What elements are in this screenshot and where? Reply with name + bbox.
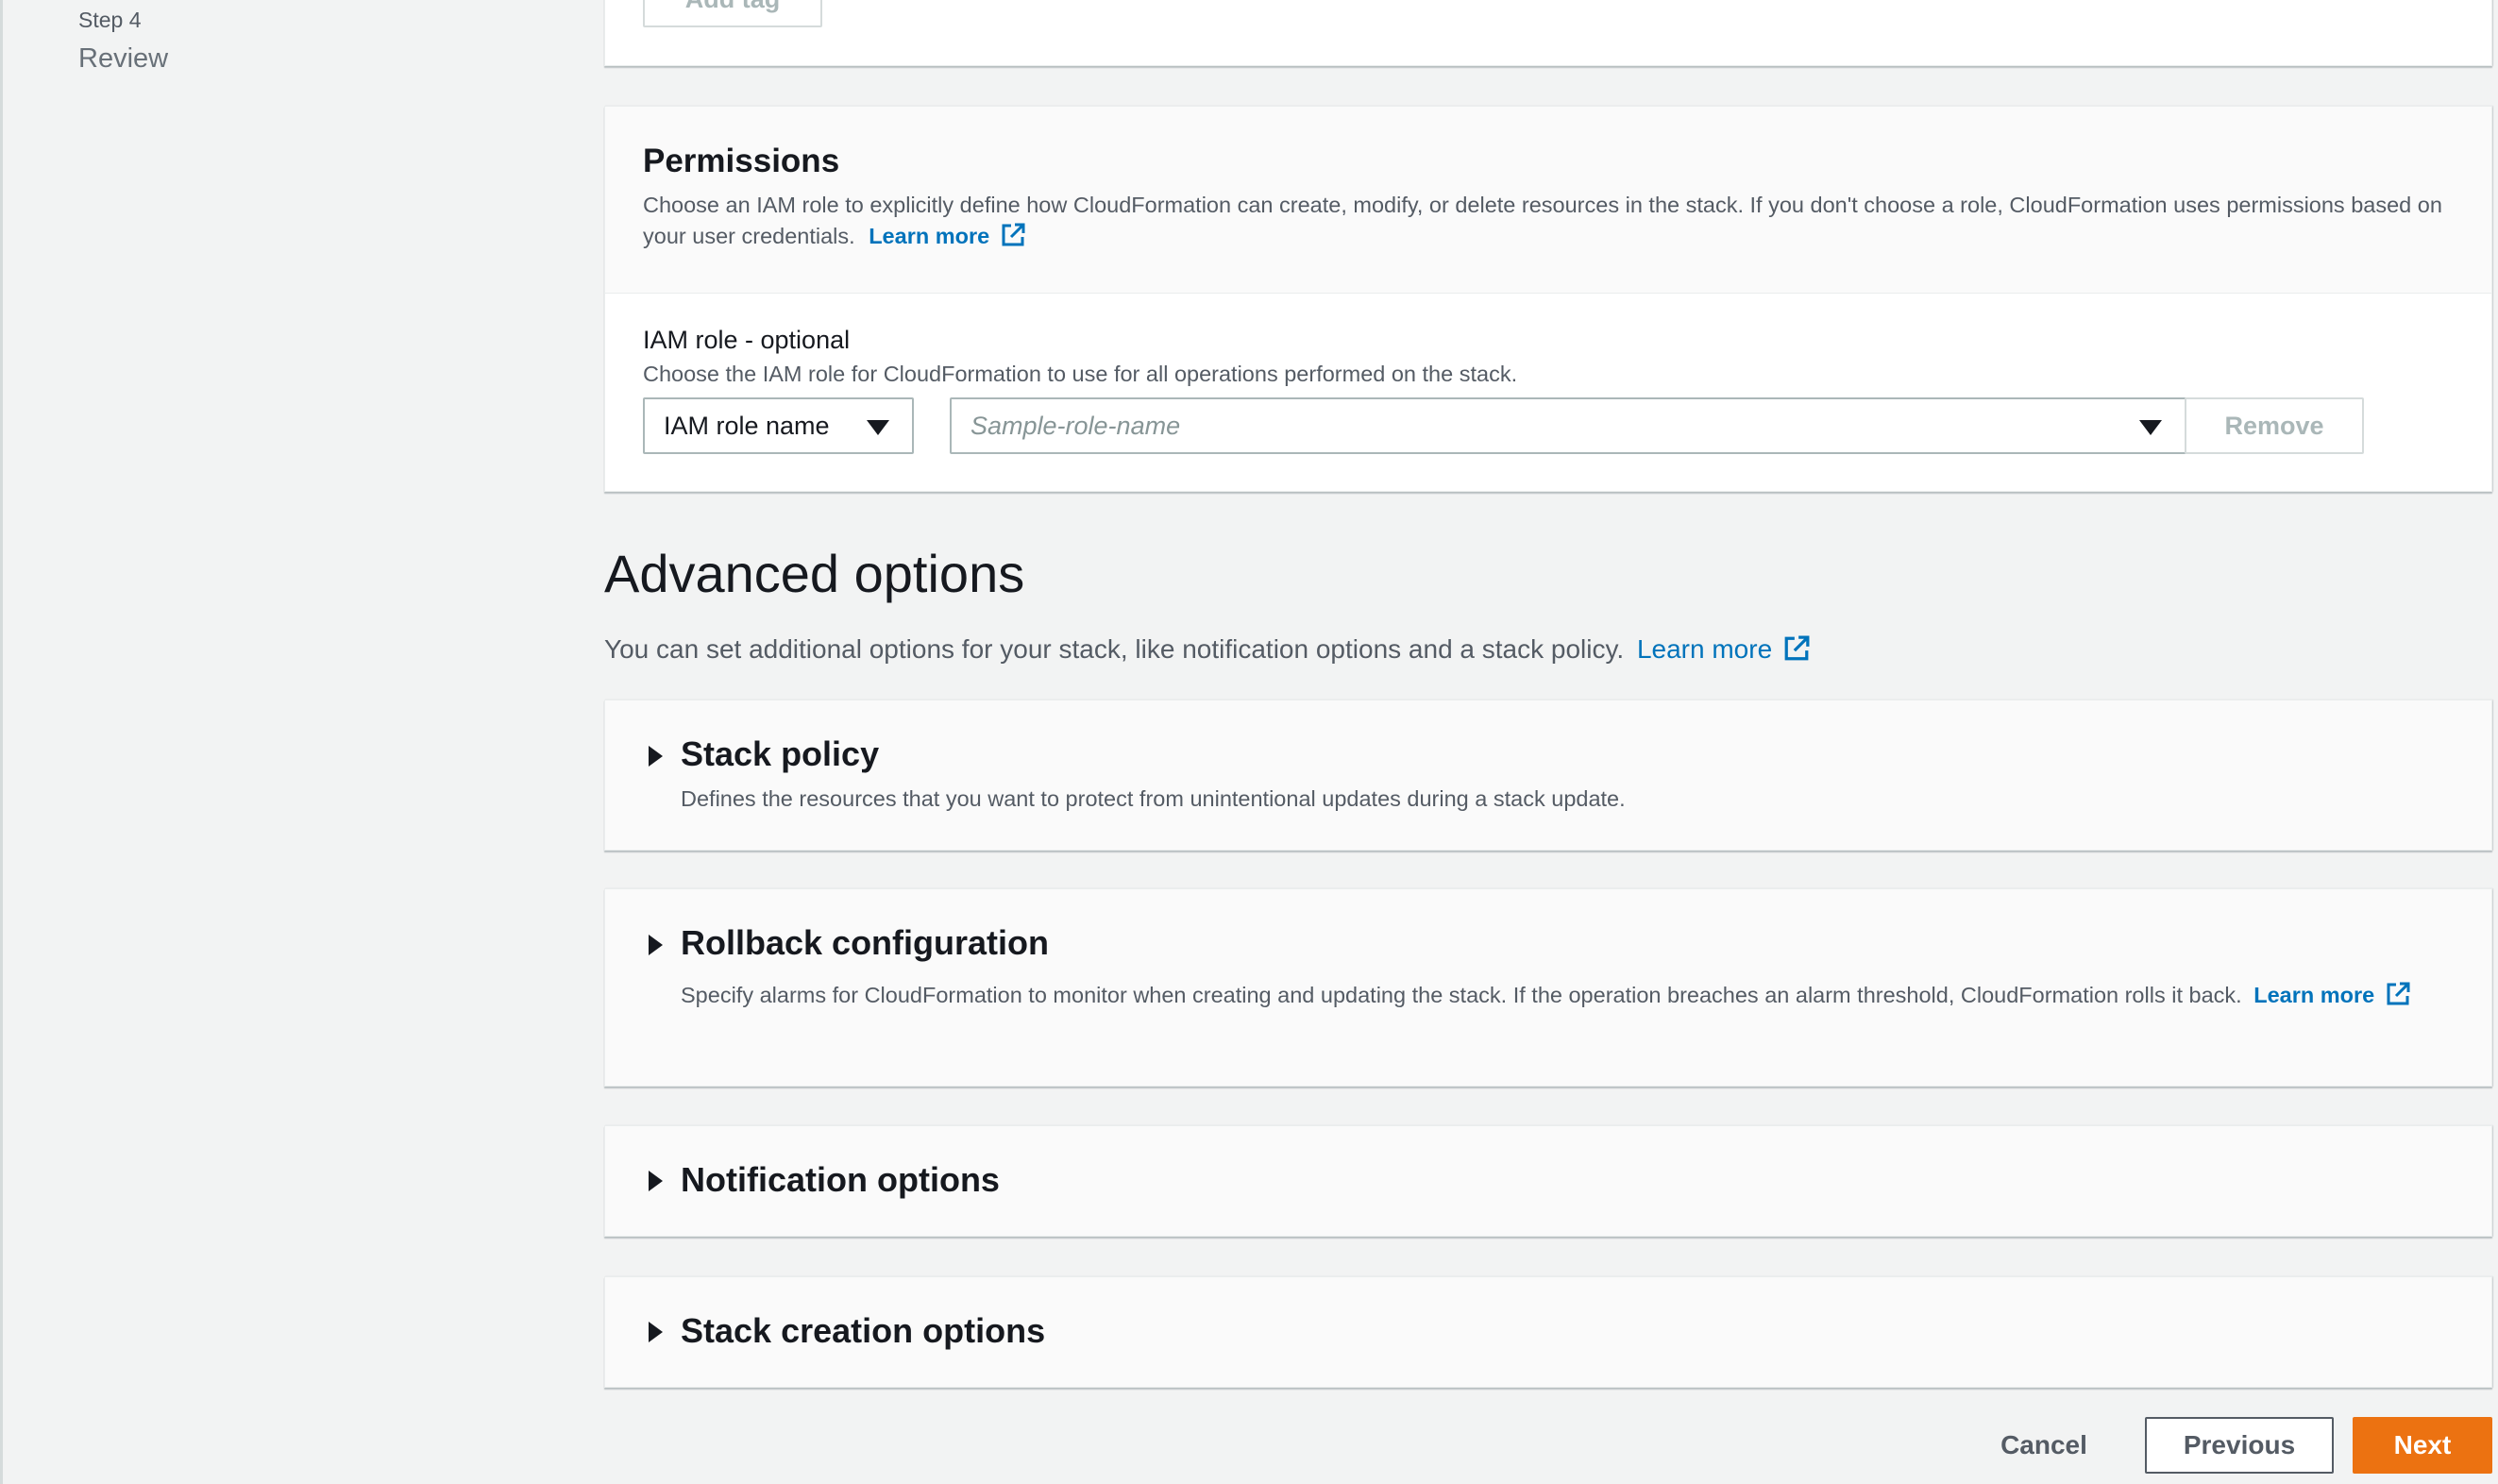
stack-policy-section[interactable]: Stack policy Defines the resources that … — [604, 700, 2492, 851]
advanced-options-title: Advanced options — [604, 544, 1025, 603]
permissions-header: Permissions Choose an IAM role to explic… — [605, 107, 2491, 294]
rollback-configuration-description: Specify alarms for CloudFormation to mon… — [681, 980, 2474, 1011]
iam-role-name-placeholder: Sample-role-name — [971, 411, 1181, 440]
notification-options-section[interactable]: Notification options — [604, 1125, 2492, 1237]
previous-button[interactable]: Previous — [2145, 1417, 2334, 1474]
advanced-options-description: You can set additional options for your … — [604, 634, 1810, 665]
add-tag-button[interactable]: Add tag — [643, 0, 822, 27]
rollback-learn-more-label[interactable]: Learn more — [2253, 983, 2374, 1007]
iam-role-label: IAM role - optional — [643, 326, 851, 354]
advanced-options-description-text: You can set additional options for your … — [604, 634, 1625, 664]
iam-role-name-select[interactable]: Sample-role-name — [950, 397, 2186, 454]
tags-panel: Add tag — [604, 0, 2492, 66]
caret-right-icon — [649, 1322, 663, 1342]
iam-role-type-value: IAM role name — [664, 411, 830, 440]
permissions-panel: Permissions Choose an IAM role to explic… — [604, 106, 2492, 492]
rollback-description-text: Specify alarms for CloudFormation to mon… — [681, 983, 2242, 1007]
stack-creation-options-section[interactable]: Stack creation options — [604, 1276, 2492, 1388]
permissions-title: Permissions — [643, 143, 840, 179]
caret-down-icon — [867, 420, 889, 435]
iam-role-type-select[interactable]: IAM role name — [643, 397, 914, 454]
external-link-icon — [1002, 223, 1025, 246]
advanced-learn-more-link[interactable]: Learn more — [1637, 634, 1810, 664]
cancel-button[interactable]: Cancel — [1983, 1417, 2105, 1474]
external-link-icon — [1784, 635, 1810, 661]
rollback-configuration-title[interactable]: Rollback configuration — [681, 923, 1049, 963]
caret-right-icon — [649, 746, 663, 767]
caret-down-icon — [2139, 420, 2162, 435]
stack-creation-options-title[interactable]: Stack creation options — [681, 1311, 1045, 1351]
caret-right-icon — [649, 1171, 663, 1191]
rollback-learn-more-link[interactable]: Learn more — [2253, 982, 2410, 1007]
permissions-learn-more-link[interactable]: Learn more — [869, 223, 1025, 248]
permissions-description: Choose an IAM role to explicitly define … — [643, 190, 2474, 252]
permissions-learn-more-label[interactable]: Learn more — [869, 224, 989, 248]
remove-button[interactable]: Remove — [2185, 397, 2364, 454]
rollback-configuration-section[interactable]: Rollback configuration Specify alarms fo… — [604, 888, 2492, 1087]
stack-policy-title[interactable]: Stack policy — [681, 734, 879, 774]
advanced-learn-more-label[interactable]: Learn more — [1637, 634, 1772, 664]
external-link-icon — [2387, 982, 2410, 1005]
iam-role-description: Choose the IAM role for CloudFormation t… — [643, 362, 1518, 386]
stack-policy-description: Defines the resources that you want to p… — [681, 786, 1626, 811]
caret-right-icon — [649, 935, 663, 955]
wizard-sidebar: Step 4 Review — [0, 0, 529, 1484]
notification-options-title[interactable]: Notification options — [681, 1160, 1000, 1200]
next-button[interactable]: Next — [2353, 1417, 2492, 1474]
sidebar-step-review[interactable]: Review — [78, 43, 168, 75]
step-label: Step 4 — [78, 8, 142, 32]
